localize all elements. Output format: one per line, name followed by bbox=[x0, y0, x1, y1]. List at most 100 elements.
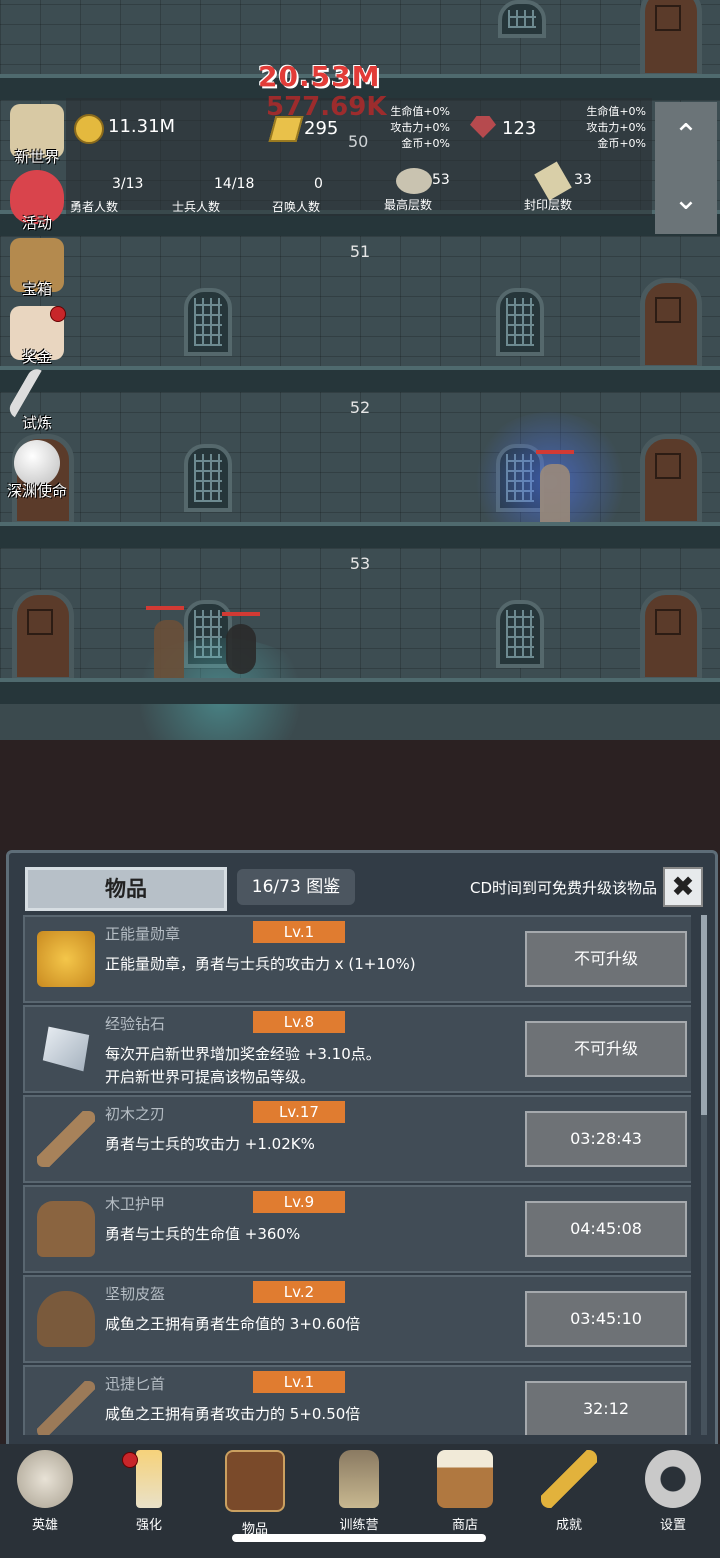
menu-label: 活动 bbox=[21, 214, 52, 232]
notification-dot bbox=[50, 306, 66, 322]
damage-number: 20.53M bbox=[258, 60, 381, 93]
menu-label: 奖金 bbox=[21, 348, 52, 366]
door bbox=[640, 590, 702, 682]
list-item: 正能量勋章 Lv.1 正能量勋章，勇者与士兵的攻击力 x (1+10%) 不可升… bbox=[23, 915, 691, 1003]
nav-training-camp[interactable]: 训练营 bbox=[324, 1450, 394, 1533]
desc-line: 开启新世界可提高该物品等级。 bbox=[105, 1068, 316, 1086]
nav-settings[interactable]: 设置 bbox=[638, 1450, 708, 1533]
hero-sprite[interactable] bbox=[154, 620, 184, 682]
max-floor-label: 最高层数 bbox=[384, 198, 433, 212]
close-button[interactable]: ✖ bbox=[663, 867, 703, 907]
item-description: 勇者与士兵的生命值 +360% bbox=[105, 1223, 300, 1246]
level-badge: Lv.8 bbox=[253, 1011, 345, 1033]
list-item: 木卫护甲 Lv.9 勇者与士兵的生命值 +360% 04:45:08 bbox=[23, 1185, 691, 1273]
nav-label: 商店 bbox=[451, 1518, 478, 1533]
upgrade-timer-button[interactable]: 03:45:10 bbox=[525, 1291, 687, 1347]
item-name: 坚韧皮盔 bbox=[105, 1285, 166, 1303]
menu-chest[interactable]: 宝箱 bbox=[4, 238, 70, 298]
floor-number: 52 bbox=[349, 398, 371, 417]
menu-bonus[interactable]: 奖金 bbox=[4, 306, 70, 366]
nav-label: 训练营 bbox=[339, 1518, 379, 1533]
window bbox=[184, 444, 232, 512]
nav-items[interactable]: 物品 bbox=[220, 1450, 290, 1537]
menu-abyss-mission[interactable]: 深渊使命 bbox=[4, 440, 70, 500]
dagger-icon bbox=[37, 1381, 95, 1435]
upgrade-button[interactable]: 不可升级 bbox=[525, 1021, 687, 1077]
collection-counter[interactable]: 16/73 图鉴 bbox=[237, 869, 355, 905]
floor-ledge bbox=[0, 522, 720, 548]
scroll-down-button[interactable]: ⌄ bbox=[655, 170, 717, 230]
list-item: 经验钻石 Lv.8 每次开启新世界增加奖金经验 +3.10点。 开启新世界可提高… bbox=[23, 1005, 691, 1093]
enemy-hp-bar bbox=[536, 450, 574, 454]
notification-dot bbox=[122, 1452, 138, 1468]
home-indicator[interactable] bbox=[232, 1534, 486, 1542]
ground-area bbox=[0, 740, 720, 850]
enemy-hp-bar bbox=[222, 612, 260, 616]
items-panel: 物品 16/73 图鉴 CD时间到可免费升级该物品 ✖ 正能量勋章 Lv.1 正… bbox=[6, 850, 718, 1450]
menu-new-world[interactable]: 新世界 bbox=[4, 104, 70, 166]
menu-label: 新世界 bbox=[14, 148, 60, 166]
window bbox=[184, 288, 232, 356]
upgrade-button[interactable]: 不可升级 bbox=[525, 931, 687, 987]
item-description: 每次开启新世界增加奖金经验 +3.10点。 开启新世界可提高该物品等级。 bbox=[105, 1043, 381, 1089]
ghost-enemy-sprite[interactable] bbox=[226, 624, 256, 674]
menu-events[interactable]: 活动 bbox=[4, 170, 70, 232]
floor-52: 52 bbox=[0, 392, 720, 552]
soldiers-count: 14/18 bbox=[214, 176, 255, 192]
nav-heroes[interactable]: 英雄 bbox=[10, 1450, 80, 1533]
heroes-count: 3/13 bbox=[112, 176, 144, 192]
leather-helmet-icon bbox=[37, 1291, 95, 1347]
sealed-floor-value: 33 bbox=[574, 172, 592, 188]
list-item: 初木之刃 Lv.17 勇者与士兵的攻击力 +1.02K% 03:28:43 bbox=[23, 1095, 691, 1183]
cd-hint: CD时间到可免费升级该物品 bbox=[469, 879, 657, 897]
nav-label: 设置 bbox=[659, 1518, 686, 1533]
item-name: 迅捷匕首 bbox=[105, 1375, 166, 1393]
list-item: 坚韧皮盔 Lv.2 咸鱼之王拥有勇者生命值的 3+0.60倍 03:45:10 bbox=[23, 1275, 691, 1363]
item-name: 木卫护甲 bbox=[105, 1195, 166, 1213]
upgrade-timer-button[interactable]: 03:28:43 bbox=[525, 1111, 687, 1167]
floor-ledge bbox=[0, 678, 720, 704]
level-badge: Lv.9 bbox=[253, 1191, 345, 1213]
level-badge: Lv.17 bbox=[253, 1101, 345, 1123]
scrollbar-thumb[interactable] bbox=[701, 915, 707, 1115]
damage-number-secondary: 577.69K bbox=[266, 92, 387, 122]
upgrade-timer-button[interactable]: 04:45:08 bbox=[525, 1201, 687, 1257]
door bbox=[640, 0, 702, 78]
upgrade-timer-button[interactable]: 32:12 bbox=[525, 1381, 687, 1435]
beer-mug-icon bbox=[437, 1450, 493, 1508]
buff-atk: 攻击力+0% bbox=[390, 121, 450, 134]
level-badge: Lv.1 bbox=[253, 1371, 345, 1393]
tab-items[interactable]: 物品 bbox=[25, 867, 227, 911]
lantern-icon bbox=[339, 1450, 379, 1508]
scroll-up-button[interactable]: ⌃ bbox=[655, 106, 717, 166]
crown-icon bbox=[37, 931, 95, 987]
summons-count: 0 bbox=[314, 176, 323, 192]
nav-label: 强化 bbox=[135, 1518, 162, 1533]
max-floor-value: 53 bbox=[432, 172, 450, 188]
buff-atk: 攻击力+0% bbox=[586, 121, 646, 134]
armor-icon bbox=[37, 1201, 95, 1257]
gem-amount: 123 bbox=[502, 118, 537, 139]
item-list[interactable]: 正能量勋章 Lv.1 正能量勋章，勇者与士兵的攻击力 x (1+10%) 不可升… bbox=[23, 915, 691, 1435]
item-description: 咸鱼之王拥有勇者生命值的 3+0.60倍 bbox=[105, 1313, 360, 1336]
desc-line: 勇者与士兵的生命值 +360% bbox=[105, 1225, 301, 1243]
skull-icon bbox=[17, 1450, 73, 1508]
item-list-scrollbar[interactable] bbox=[701, 915, 707, 1435]
desc-line: 正能量勋章，勇者与士兵的攻击力 x (1+10%) bbox=[105, 955, 416, 973]
nav-shop[interactable]: 商店 bbox=[430, 1450, 500, 1533]
desc-line: 咸鱼之王拥有勇者攻击力的 5+0.50倍 bbox=[105, 1405, 361, 1423]
item-description: 咸鱼之王拥有勇者攻击力的 5+0.50倍 bbox=[105, 1403, 360, 1426]
fossil-icon bbox=[396, 168, 432, 194]
menu-trial[interactable]: 试炼 bbox=[4, 365, 70, 433]
item-description: 勇者与士兵的攻击力 +1.02K% bbox=[105, 1133, 315, 1156]
menu-label: 宝箱 bbox=[21, 280, 52, 298]
nav-label: 英雄 bbox=[31, 1518, 58, 1533]
buff-gold: 金币+0% bbox=[401, 137, 450, 150]
nav-enhance[interactable]: 强化 bbox=[114, 1450, 184, 1533]
skeleton-mage-sprite[interactable] bbox=[540, 464, 570, 526]
nav-achievements[interactable]: 成就 bbox=[534, 1450, 604, 1533]
heroes-label: 勇者人数 bbox=[70, 200, 119, 214]
gear-icon bbox=[645, 1450, 701, 1508]
door bbox=[640, 278, 702, 370]
level-badge: Lv.1 bbox=[253, 921, 345, 943]
